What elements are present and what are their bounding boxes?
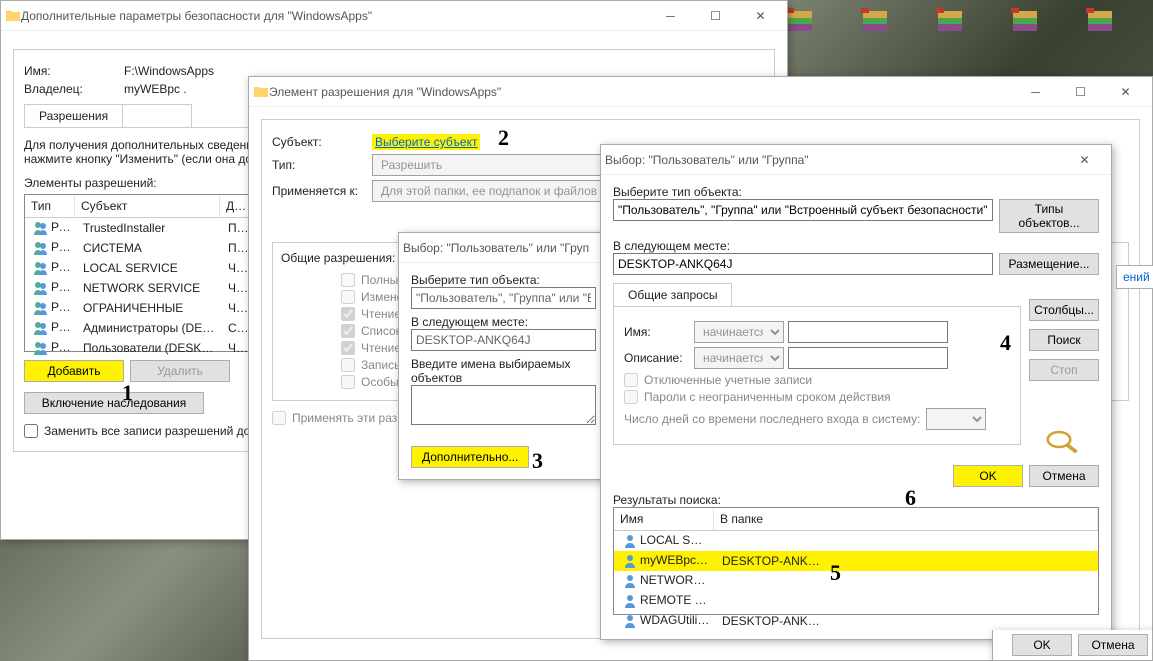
object-type-field xyxy=(613,199,993,221)
disabled-accounts-checkbox xyxy=(624,373,638,387)
cancel-button[interactable]: Отмена xyxy=(1029,465,1099,487)
perm-checkbox xyxy=(341,307,355,321)
search-button[interactable]: Поиск xyxy=(1029,329,1099,351)
columns-button[interactable]: Столбцы... xyxy=(1029,299,1099,321)
table-row[interactable]: REMOTE INT… xyxy=(614,591,1098,611)
name-label: Имя: xyxy=(24,64,124,78)
ok-button[interactable]: OK xyxy=(1012,634,1072,656)
folder-icon xyxy=(5,8,21,24)
name-op-select: начинается с xyxy=(694,321,784,343)
window-title: Элемент разрешения для "WindowsApps" xyxy=(269,85,1013,99)
location-field xyxy=(411,329,596,351)
desc-input xyxy=(788,347,948,369)
close-button[interactable]: ✕ xyxy=(738,2,783,30)
locations-button[interactable]: Размещение... xyxy=(999,253,1099,275)
applies-label: Применяется к: xyxy=(272,184,372,198)
replace-checkbox[interactable] xyxy=(24,424,38,438)
minimize-button[interactable]: ─ xyxy=(1013,78,1058,106)
close-button[interactable]: ✕ xyxy=(1103,78,1148,106)
info-link[interactable]: ений xyxy=(1116,265,1153,289)
noexpire-checkbox xyxy=(624,390,638,404)
perm-checkbox xyxy=(341,324,355,338)
remove-button[interactable]: Удалить xyxy=(130,360,230,382)
name-input xyxy=(788,321,948,343)
close-button[interactable]: ✕ xyxy=(1062,146,1107,174)
desc-op-select: начинается с xyxy=(694,347,784,369)
minimize-button[interactable]: ─ xyxy=(648,2,693,30)
applies-select: Для этой папки, ее подпапок и файлов xyxy=(372,180,622,202)
window-title: Дополнительные параметры безопасности дл… xyxy=(21,9,648,23)
cancel-button[interactable]: Отмена xyxy=(1078,634,1148,656)
names-input[interactable] xyxy=(411,385,596,425)
advanced-button[interactable]: Дополнительно... xyxy=(411,446,529,468)
select-subject-link[interactable]: Выберите субъект xyxy=(372,134,480,150)
maximize-button[interactable]: ☐ xyxy=(693,2,738,30)
enable-inheritance-button[interactable]: Включение наследования xyxy=(24,392,204,414)
subject-label: Субъект: xyxy=(272,135,372,149)
tab-common-queries[interactable]: Общие запросы xyxy=(613,283,732,306)
window-title: Выбор: "Пользователь" или "Группа" xyxy=(605,153,1062,167)
perm-checkbox xyxy=(341,341,355,355)
find-icon xyxy=(1040,427,1088,457)
table-row[interactable]: LOCAL SERV… xyxy=(614,531,1098,551)
owner-value: myWEBpc . xyxy=(124,82,187,96)
maximize-button[interactable]: ☐ xyxy=(1058,78,1103,106)
name-value: F:\WindowsApps xyxy=(124,64,214,78)
owner-label: Владелец: xyxy=(24,82,124,96)
stop-button[interactable]: Стоп xyxy=(1029,359,1099,381)
days-select xyxy=(926,408,986,430)
type-label: Тип: xyxy=(272,158,372,172)
table-row[interactable]: NETWORK S… xyxy=(614,571,1098,591)
desktop-icon-rar[interactable] xyxy=(845,5,905,55)
folder-icon xyxy=(253,84,269,100)
type-select: Разрешить xyxy=(372,154,622,176)
perm-checkbox xyxy=(341,273,355,287)
ok-button[interactable]: OK xyxy=(953,465,1023,487)
desktop-icon-rar[interactable] xyxy=(995,5,1055,55)
window-title: Выбор: "Пользователь" или "Груп xyxy=(403,241,603,255)
location-field xyxy=(613,253,993,275)
table-row[interactable]: myWEBpc .ru…DESKTOP-ANK… xyxy=(614,551,1098,571)
desktop-icon-rar[interactable] xyxy=(920,5,980,55)
perm-checkbox xyxy=(341,358,355,372)
add-button[interactable]: Добавить xyxy=(24,360,124,382)
perm-checkbox xyxy=(341,375,355,389)
object-type-field xyxy=(411,287,596,309)
tab-permissions[interactable]: Разрешения xyxy=(24,104,123,127)
object-types-button[interactable]: Типы объектов... xyxy=(999,199,1099,233)
apply-only-checkbox xyxy=(272,411,286,425)
results-list[interactable]: ИмяВ папке LOCAL SERV…myWEBpc .ru…DESKTO… xyxy=(613,507,1099,615)
table-row[interactable]: WDAGUtilityA…DESKTOP-ANK… xyxy=(614,611,1098,631)
desktop-icon-rar[interactable] xyxy=(1070,5,1130,55)
tab-other[interactable] xyxy=(122,104,192,127)
perm-checkbox xyxy=(341,290,355,304)
